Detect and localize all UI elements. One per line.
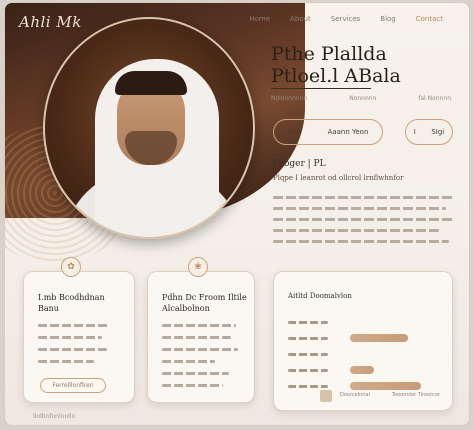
stats-bar-fill [350,366,375,374]
portrait-hair [115,71,187,95]
meta-mid: Nonnnnn [349,95,377,102]
flower-icon: ❀ [188,257,208,277]
stats-bar-row [288,334,444,342]
section-heading: Peoger | PL [273,159,326,169]
stats-footer: Doorcelnnal Tooonnlor Tiroorcor [340,392,440,398]
text-line [162,360,215,363]
nav-item-about[interactable]: About [290,15,311,23]
stats-card: Aitltd Doomalvlon Doorcelnnal Tooonnlor … [273,271,453,411]
card-2-title-line-1: Pdhn Dc Froom Iltile [162,293,247,302]
stats-bar-row [288,350,444,358]
text-line [162,372,230,375]
card-2-title: Pdhn Dc Froom Iltile Alcalbolnon [162,292,247,314]
brand-logo[interactable]: Ahli Mk [19,13,82,31]
card-1-button[interactable]: Ferrelllonflren [40,378,106,393]
page-title: Pthe Plallda Ptloel.l ABala [271,43,401,87]
card-1-title-line-2: Banu [38,304,59,313]
stats-bar-fill [350,334,409,342]
title-divider [271,88,371,89]
text-line [162,336,231,339]
document-icon [320,390,332,402]
stats-bar-track [350,334,444,342]
stats-bar-track [350,350,444,358]
card-1-title: I.mb Bcodhdnan Banu [38,292,105,314]
stats-bar-track [350,318,444,326]
card-1-title-line-1: I.mb Bcodhdnan [38,293,105,302]
stats-foot-left: Doorcelnnal [340,392,370,398]
text-line [38,324,110,327]
section-subheading: Plqpe I leanrot od ollcrol lrnflwhnfor [273,174,404,182]
meta-row: Nolonnnnnn Nonnnnn fal Nonnnn [271,95,451,102]
pill-right-label: Aaann Yeon [327,128,369,136]
info-card-2[interactable]: Pdhn Dc Froom Iltile Alcalbolnon [147,271,255,403]
pill-small-right: SIgi [431,128,445,136]
text-line [273,218,453,221]
pill-small-left: I [413,128,416,136]
profile-portrait [43,17,255,239]
text-line [273,240,450,243]
footer-text: Ilolbnfonlnnllo [33,413,76,420]
info-card-1[interactable]: I.mb Bcodhdnan Banu Ferrelllonflren [23,271,135,403]
stats-bar-fill [350,382,421,390]
nav-item-services[interactable]: Services [331,15,361,23]
text-line [162,324,236,327]
text-line [38,360,94,363]
secondary-pill-button[interactable]: I SIgi [405,119,453,145]
stats-title: Aitltd Doomalvlon [288,292,352,300]
title-line-2: Ptloel.l ABala [271,65,401,87]
stats-bar-row [288,382,444,390]
title-line-1: Pthe Plallda [271,43,387,65]
meta-right: fal Nonnnn [418,95,451,102]
text-line [162,384,223,387]
stats-bar-row [288,366,444,374]
stats-bar-label [288,368,328,372]
nav-item-contact[interactable]: Contact [416,15,443,23]
stats-bar-label [288,352,328,356]
pill-left-label: Sigi [287,128,301,136]
card-1-text [38,324,118,372]
body-text-block [273,196,453,251]
text-line [38,348,107,351]
nav-item-blog[interactable]: Blog [380,15,395,23]
text-line [38,336,102,339]
stats-bar-label [288,320,328,324]
text-line [273,229,439,232]
meta-left: Nolonnnnnn [271,95,308,102]
text-line [162,348,238,351]
primary-pill-button[interactable]: Sigi Aaann Yeon [273,119,383,145]
text-line [273,196,453,199]
stats-bar-track [350,382,444,390]
stats-bar-label [288,336,328,340]
card-2-text [162,324,242,396]
nav-item-home[interactable]: Home [249,15,270,23]
top-nav: Home About Services Blog Contact [249,15,443,23]
stats-foot-right: Tooonnlor Tiroorcor [391,392,440,398]
card-2-title-line-2: Alcalbolnon [162,304,210,313]
leaf-icon: ✿ [61,257,81,277]
stats-bar-label [288,384,328,388]
stats-bar-track [350,366,444,374]
text-line [273,207,446,210]
profile-page: Ahli Mk Home About Services Blog Contact… [4,2,470,426]
stats-bar-row [288,318,444,326]
